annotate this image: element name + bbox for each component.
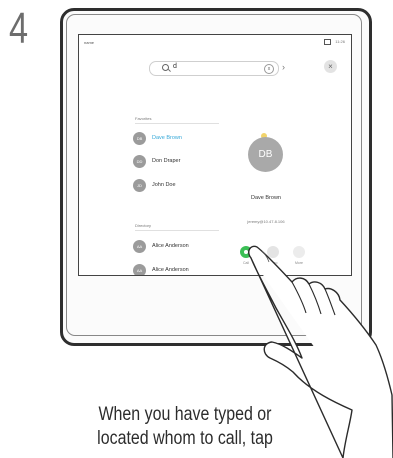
instruction-line-2: located whom to call, tap <box>97 428 273 449</box>
hand-pointer-icon <box>248 245 393 458</box>
instruction-line-1: When you have typed or <box>98 404 272 425</box>
